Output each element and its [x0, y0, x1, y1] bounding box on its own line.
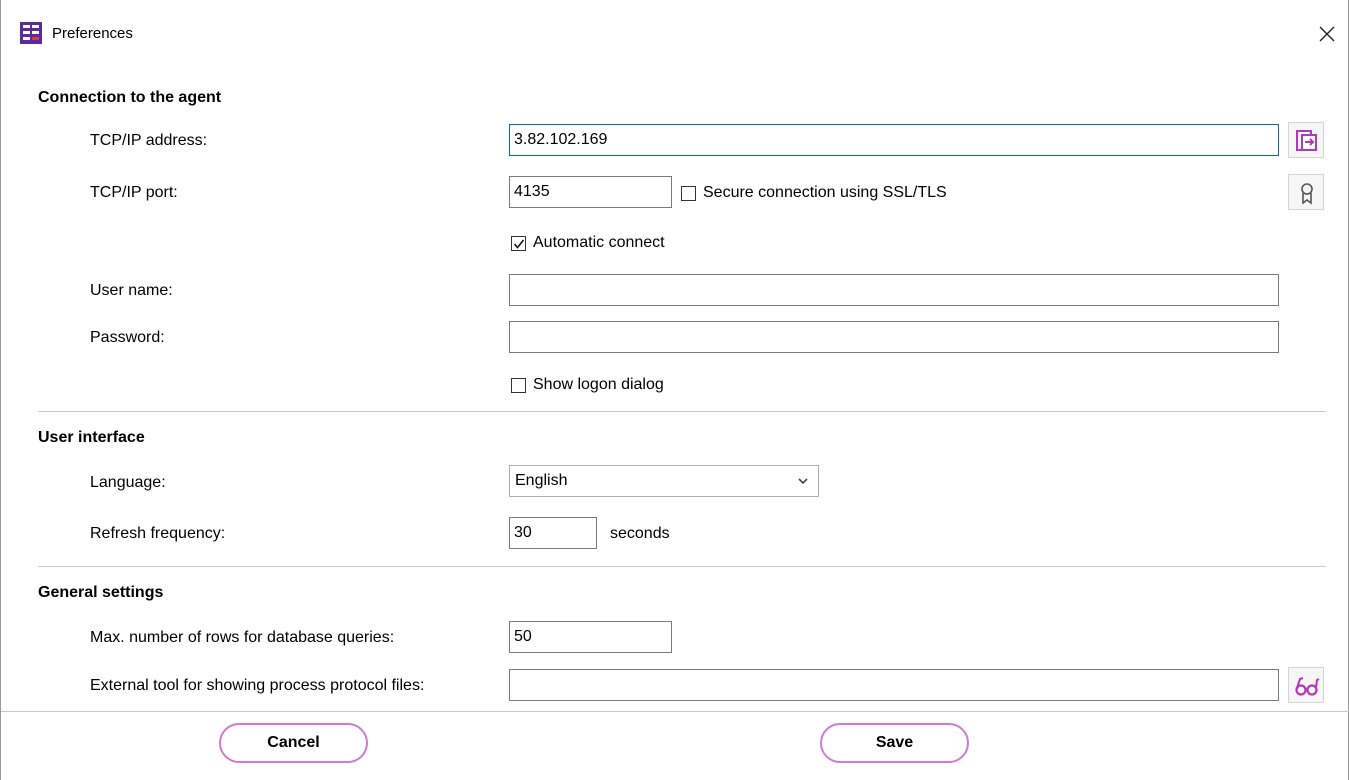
- tcp-address-input[interactable]: [509, 124, 1279, 156]
- tcp-address-label: TCP/IP address:: [90, 132, 208, 149]
- user-name-label: User name:: [90, 282, 173, 299]
- connect-button[interactable]: [1288, 122, 1324, 158]
- close-icon: [1319, 26, 1335, 42]
- language-label: Language:: [90, 474, 166, 491]
- close-button[interactable]: [1307, 14, 1347, 54]
- show-logon-checkbox[interactable]: Show logon dialog: [511, 376, 664, 394]
- external-tool-label: External tool for showing process protoc…: [90, 677, 425, 694]
- browse-glasses-icon: [1295, 677, 1320, 696]
- refresh-frequency-label: Refresh frequency:: [90, 525, 226, 542]
- browse-tool-button[interactable]: [1288, 667, 1324, 703]
- auto-connect-checkbox[interactable]: Automatic connect: [511, 234, 665, 252]
- window-title: Preferences: [52, 25, 133, 42]
- connect-icon: [1296, 130, 1317, 151]
- tcp-port-label: TCP/IP port:: [90, 184, 178, 201]
- save-button[interactable]: Save: [820, 723, 969, 763]
- auto-connect-label: Automatic connect: [533, 234, 665, 251]
- language-select-value: English: [515, 472, 568, 489]
- chevron-down-icon: [798, 478, 808, 485]
- section-title-general: General settings: [38, 584, 164, 601]
- section-title-user-interface: User interface: [38, 429, 145, 446]
- title-bar: Preferences: [1, 0, 1348, 68]
- cancel-button[interactable]: Cancel: [219, 723, 368, 763]
- show-logon-label: Show logon dialog: [533, 376, 664, 393]
- divider-user-interface: [38, 566, 1326, 567]
- divider-footer: [1, 711, 1349, 712]
- max-rows-input[interactable]: [509, 621, 672, 653]
- ssl-checkbox-box[interactable]: [681, 185, 696, 201]
- certificate-icon: [1301, 183, 1313, 205]
- password-input[interactable]: [509, 321, 1279, 353]
- max-rows-label: Max. number of rows for database queries…: [90, 629, 395, 646]
- preferences-dialog: Preferences Connection to the agent TCP/…: [0, 0, 1349, 780]
- user-name-input[interactable]: [509, 274, 1279, 306]
- tcp-port-input[interactable]: [509, 176, 672, 208]
- app-grid-icon: [20, 22, 42, 44]
- password-label: Password:: [90, 329, 165, 346]
- ssl-checkbox-label: Secure connection using SSL/TLS: [703, 184, 947, 201]
- external-tool-input[interactable]: [509, 669, 1279, 701]
- auto-connect-checkbox-box[interactable]: [511, 235, 526, 251]
- language-select[interactable]: English: [509, 465, 819, 497]
- divider-connection: [38, 411, 1326, 412]
- refresh-frequency-input[interactable]: [509, 517, 597, 549]
- certificate-button[interactable]: [1288, 174, 1324, 210]
- ssl-checkbox[interactable]: Secure connection using SSL/TLS: [681, 184, 947, 202]
- refresh-unit-label: seconds: [610, 525, 670, 542]
- section-title-connection: Connection to the agent: [38, 89, 222, 106]
- show-logon-checkbox-box[interactable]: [511, 377, 526, 393]
- checkmark-icon: [513, 239, 525, 249]
